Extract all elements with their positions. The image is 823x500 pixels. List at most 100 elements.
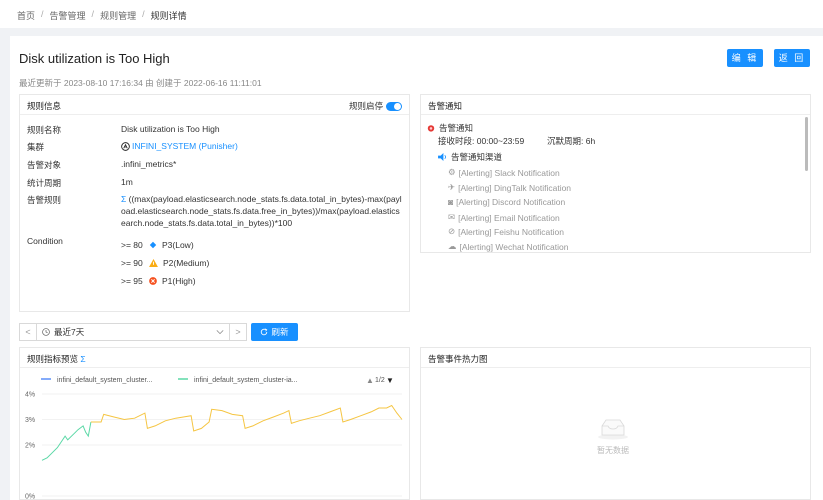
chart-grid: 4% 3% 2% 0% bbox=[25, 392, 402, 500]
condition-row: >= 95 P1(High) bbox=[121, 272, 209, 290]
notification-scrollbar[interactable] bbox=[805, 117, 808, 171]
rule-toggle-label: 规则启停 bbox=[348, 101, 383, 111]
notification-header: 告警通知 bbox=[421, 95, 810, 115]
refresh-icon bbox=[261, 328, 268, 336]
condition-operator: >= 90 bbox=[121, 258, 143, 268]
notification-item: 告警通知 bbox=[427, 122, 473, 134]
condition-level: P3(Low) bbox=[162, 240, 194, 250]
legend-prev-icon[interactable]: ▲ bbox=[366, 376, 374, 385]
y-tick-label: 2% bbox=[25, 443, 35, 450]
target-value: .infini_metrics* bbox=[121, 159, 177, 169]
back-button[interactable]: 返 回 bbox=[774, 49, 810, 67]
channel-item[interactable]: ⚙ [Alerting] Slack Notification bbox=[448, 167, 560, 178]
condition-row: >= 80 P3(Low) bbox=[121, 236, 209, 254]
name-label: 规则名称 bbox=[27, 125, 62, 135]
condition-level: P1(High) bbox=[162, 276, 196, 286]
channel-label: [Alerting] DingTalk Notification bbox=[458, 182, 572, 193]
time-range-select[interactable]: 最近7天 bbox=[37, 323, 229, 341]
channel-item[interactable]: ☁ [Alerting] Wechat Notification bbox=[448, 241, 568, 252]
metric-preview-title: 规则指标预览 bbox=[27, 354, 79, 364]
error-icon bbox=[149, 277, 157, 285]
rule-expression-wrap: Σ ((max(payload.elasticsearch.node_stats… bbox=[121, 193, 403, 229]
speaker-icon bbox=[438, 153, 447, 161]
breadcrumb-separator: / bbox=[41, 9, 44, 19]
dingtalk-icon: ✈ bbox=[448, 182, 456, 192]
target-label: 告警对象 bbox=[27, 160, 62, 170]
chevron-down-icon bbox=[216, 330, 224, 335]
channel-label: [Alerting] Feishu Notification bbox=[458, 226, 564, 237]
heatmap-card: 告警事件热力图 暂无数据 bbox=[420, 347, 811, 500]
series-line-orange bbox=[90, 404, 403, 432]
rule-info-header: 规则信息 规则启停 bbox=[20, 95, 409, 115]
condition-label: Condition bbox=[27, 236, 63, 246]
legend-next-icon[interactable]: ▼ bbox=[386, 376, 394, 385]
email-icon: ✉ bbox=[448, 212, 456, 222]
info-icon bbox=[149, 241, 157, 249]
cluster-value-wrap: INFINI_SYSTEM (Punisher) bbox=[121, 141, 238, 151]
metric-chart: infini_default_system_cluster... infini_… bbox=[25, 376, 403, 500]
rule-detail-page: Disk utilization is Too High 编 辑 返 回 最近更… bbox=[10, 36, 823, 500]
empty-box-icon bbox=[598, 419, 628, 440]
condition-operator: >= 80 bbox=[121, 240, 143, 250]
notification-name: 告警通知 bbox=[439, 123, 474, 133]
cluster-label: 集群 bbox=[27, 142, 45, 152]
wechat-icon: ☁ bbox=[448, 241, 457, 251]
channels-title: 告警通知渠道 bbox=[451, 152, 503, 162]
receive-time: 接收时段: 00:00~23:59 bbox=[438, 136, 525, 146]
slack-icon: ⚙ bbox=[448, 167, 456, 177]
empty-state: 暂无数据 bbox=[596, 418, 630, 456]
next-range-button[interactable]: > bbox=[229, 323, 247, 341]
period-label: 统计周期 bbox=[27, 178, 62, 188]
channel-item[interactable]: ✈ [Alerting] DingTalk Notification bbox=[448, 182, 571, 193]
channels-title-wrap: 告警通知渠道 bbox=[438, 151, 502, 163]
name-value: Disk utilization is Too High bbox=[121, 124, 220, 134]
rule-expression: ((max(payload.elasticsearch.node_stats.f… bbox=[121, 194, 402, 228]
breadcrumb: 首页 / 告警管理 / 规则管理 / 规则详情 bbox=[0, 0, 823, 28]
notification-card: 告警通知 告警通知 接收时段: 00:00~23:59 沉默周期: 6h 告警通… bbox=[420, 94, 811, 253]
edit-button[interactable]: 编 辑 bbox=[727, 49, 763, 67]
warning-icon bbox=[149, 259, 158, 267]
rule-info-card: 规则信息 规则启停 规则名称 Disk utilization is Too H… bbox=[19, 94, 410, 312]
chart-lines bbox=[41, 404, 403, 461]
series-line-green bbox=[41, 421, 92, 461]
heatmap-title: 告警事件热力图 bbox=[428, 354, 488, 364]
channel-item[interactable]: ⊘ [Alerting] Feishu Notification bbox=[448, 226, 564, 237]
period-value: 1m bbox=[121, 177, 133, 187]
rule-toggle-wrap: 规则启停 bbox=[349, 100, 402, 112]
channel-label: [Alerting] Slack Notification bbox=[458, 167, 560, 178]
breadcrumb-home[interactable]: 首页 bbox=[17, 9, 35, 21]
discord-icon: ◙ bbox=[448, 197, 454, 207]
clock-icon bbox=[42, 328, 50, 336]
rule-label: 告警规则 bbox=[27, 195, 62, 205]
notification-title: 告警通知 bbox=[428, 101, 463, 111]
channel-label: [Alerting] Discord Notification bbox=[456, 197, 566, 207]
time-range-wrap: 最近7天 bbox=[42, 326, 84, 338]
page-title: Disk utilization is Too High bbox=[19, 51, 170, 66]
y-tick-label: 0% bbox=[25, 494, 35, 500]
empty-text: 暂无数据 bbox=[597, 446, 629, 455]
breadcrumb-alert-mgmt[interactable]: 告警管理 bbox=[50, 9, 86, 21]
refresh-button[interactable]: 刷新 bbox=[251, 323, 298, 341]
cluster-link[interactable]: INFINI_SYSTEM (Punisher) bbox=[132, 141, 238, 151]
heatmap-header: 告警事件热力图 bbox=[421, 348, 810, 368]
condition-operator: >= 95 bbox=[121, 276, 143, 286]
refresh-label: 刷新 bbox=[271, 327, 289, 337]
condition-row: >= 90 P2(Medium) bbox=[121, 254, 209, 272]
breadcrumb-separator: / bbox=[91, 9, 95, 19]
metric-preview-card: 规则指标预览 Σ infini_default_system_cluster..… bbox=[19, 347, 410, 500]
alarm-icon bbox=[427, 125, 435, 132]
silence-period: 沉默周期: 6h bbox=[547, 136, 596, 146]
channel-item[interactable]: ◙ [Alerting] Discord Notification bbox=[448, 197, 565, 207]
legend-label-1[interactable]: infini_default_system_cluster... bbox=[57, 377, 152, 384]
sigma-icon[interactable]: Σ bbox=[80, 354, 85, 364]
y-tick-label: 3% bbox=[25, 417, 35, 424]
time-range-picker: < 最近7天 > bbox=[19, 323, 247, 341]
breadcrumb-rule-mgmt[interactable]: 规则管理 bbox=[100, 9, 136, 21]
channel-label: [Alerting] Wechat Notification bbox=[459, 241, 569, 252]
prev-range-button[interactable]: < bbox=[19, 323, 37, 341]
legend-label-2[interactable]: infini_default_system_cluster-ia... bbox=[194, 377, 298, 384]
channel-item[interactable]: ✉ [Alerting] Email Notification bbox=[448, 212, 560, 223]
time-range-value: 最近7天 bbox=[54, 327, 85, 337]
rule-enable-toggle[interactable] bbox=[386, 101, 402, 111]
y-tick-label: 4% bbox=[25, 392, 35, 399]
